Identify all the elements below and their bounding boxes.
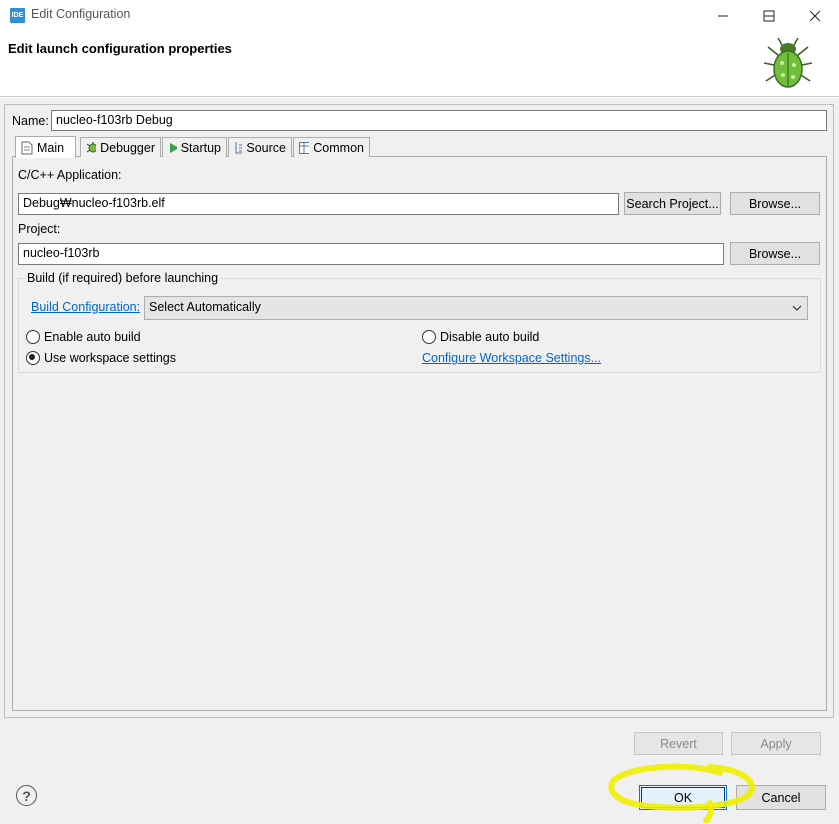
project-field[interactable]: nucleo-f103rb: [18, 243, 724, 265]
tab-debugger[interactable]: Debugger: [80, 137, 161, 157]
disable-auto-build-label: Disable auto build: [440, 330, 540, 344]
name-label: Name:: [12, 114, 49, 128]
window-title: Edit Configuration: [31, 7, 131, 21]
build-configuration-link[interactable]: Build Configuration:: [31, 300, 140, 314]
close-icon: [809, 10, 821, 21]
tab-source[interactable]: Source: [228, 137, 292, 157]
banner-title: Edit launch configuration properties: [8, 41, 232, 56]
tab-startup[interactable]: Startup: [162, 137, 227, 157]
minimize-icon: [717, 15, 728, 17]
ok-label: OK: [673, 790, 693, 805]
debug-bug-icon: [763, 37, 813, 88]
revert-button[interactable]: Revert: [634, 732, 723, 755]
app-label: C/C++ Application:: [18, 168, 122, 182]
play-icon: [170, 142, 177, 153]
ok-button[interactable]: OK: [639, 785, 727, 810]
build-configuration-select[interactable]: Select Automatically: [144, 296, 808, 320]
app-field[interactable]: Debug₩nucleo-f103rb.elf: [18, 193, 619, 215]
radio-button-icon: [26, 330, 40, 344]
radio-button-icon: [422, 330, 436, 344]
chevron-down-icon: [792, 305, 802, 311]
build-group-legend: Build (if required) before launching: [25, 271, 221, 285]
browse-project-button[interactable]: Browse...: [730, 242, 820, 265]
configure-workspace-settings-link[interactable]: Configure Workspace Settings...: [422, 351, 601, 365]
apply-button[interactable]: Apply: [731, 732, 821, 755]
minimize-button-real[interactable]: [700, 0, 746, 31]
disable-auto-build-radio[interactable]: Disable auto build: [422, 330, 539, 344]
close-button[interactable]: [792, 0, 838, 31]
use-workspace-settings-radio[interactable]: Use workspace settings: [26, 351, 176, 365]
enable-auto-build-label: Enable auto build: [44, 330, 141, 344]
name-field[interactable]: nucleo-f103rb Debug: [51, 110, 827, 131]
app-icon: IDE: [10, 8, 25, 23]
maximize-icon: [763, 10, 775, 21]
table-icon: [299, 141, 310, 154]
build-configuration-value: Select Automatically: [149, 300, 261, 314]
maximize-button[interactable]: [746, 0, 792, 31]
search-project-button[interactable]: Search Project...: [624, 192, 721, 215]
bug-gear-icon: [86, 141, 97, 152]
document-icon: [21, 141, 33, 154]
radio-selected-icon: [26, 351, 40, 365]
tab-main[interactable]: Main: [15, 136, 76, 158]
project-label: Project:: [18, 222, 61, 236]
tab-debugger-label: Debugger: [100, 140, 155, 155]
tab-panel: [12, 156, 827, 711]
browse-app-button[interactable]: Browse...: [730, 192, 820, 215]
tab-common[interactable]: Common: [293, 137, 370, 157]
tab-source-label: Source: [246, 140, 286, 155]
tab-main-label: Main: [37, 140, 65, 155]
cancel-button[interactable]: Cancel: [736, 785, 826, 810]
help-icon[interactable]: ?: [16, 785, 37, 806]
use-workspace-settings-label: Use workspace settings: [44, 351, 177, 365]
tab-startup-label: Startup: [180, 140, 221, 155]
source-lookup-icon: [235, 141, 243, 153]
enable-auto-build-radio[interactable]: Enable auto build: [26, 330, 141, 344]
tab-common-label: Common: [313, 140, 364, 155]
